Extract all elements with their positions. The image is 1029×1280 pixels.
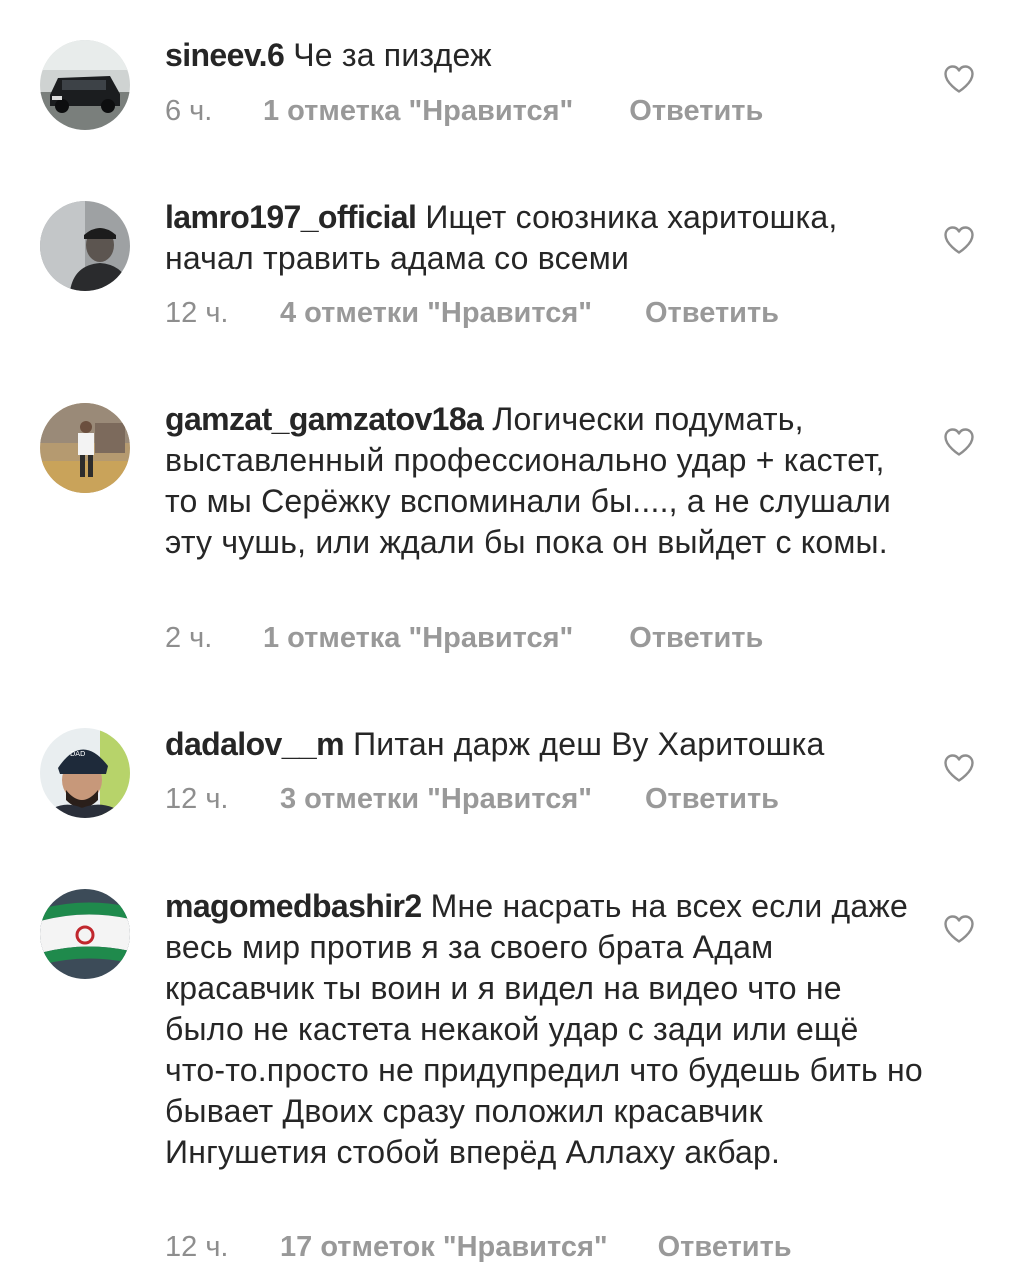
comment-meta: 12 ч. 3 отметки "Нравится" Ответить <box>165 781 779 817</box>
reply-button[interactable]: Ответить <box>629 620 763 656</box>
comment-text: Че за пиздеж <box>293 37 492 73</box>
comment-username[interactable]: dadalov__m <box>165 726 345 762</box>
comment-username[interactable]: magomedbashir2 <box>165 888 422 924</box>
comment-likes-count[interactable]: 17 отметок "Нравится" <box>280 1229 608 1265</box>
comment-meta: 12 ч. 4 отметки "Нравится" Ответить <box>165 295 779 331</box>
heart-outline-icon[interactable] <box>943 427 975 457</box>
beanie-person-avatar-icon[interactable]: DAD <box>40 728 130 818</box>
gym-person-avatar-icon[interactable] <box>40 403 130 493</box>
comment-text: Мне насрать на всех если даже весь мир п… <box>165 888 923 1170</box>
comment-meta: 6 ч. 1 отметка "Нравится" Ответить <box>165 93 763 129</box>
comment-time: 12 ч. <box>165 1231 229 1263</box>
comment-likes-count[interactable]: 1 отметка "Нравится" <box>263 93 573 129</box>
comment-likes-count[interactable]: 1 отметка "Нравится" <box>263 620 573 656</box>
heart-outline-icon[interactable] <box>943 64 975 94</box>
reply-button[interactable]: Ответить <box>629 93 763 129</box>
comment-time: 6 ч. <box>165 95 213 127</box>
comment-text: Питан дарж деш Ву Харитошка <box>353 726 825 762</box>
heart-outline-icon[interactable] <box>943 753 975 783</box>
reply-button[interactable]: Ответить <box>645 781 779 817</box>
comment-body: sineev.6 Че за пиздеж <box>165 35 925 76</box>
heart-outline-icon[interactable] <box>943 914 975 944</box>
comment-body: magomedbashir2 Мне насрать на всех если … <box>165 886 925 1173</box>
comment-body: gamzat_gamzatov18a Логически подумать, в… <box>165 399 925 563</box>
comment-time: 2 ч. <box>165 622 213 654</box>
car-avatar-icon[interactable] <box>40 40 130 130</box>
comment-username[interactable]: gamzat_gamzatov18a <box>165 401 484 437</box>
comment-meta: 12 ч. 17 отметок "Нравится" Ответить <box>165 1229 792 1265</box>
svg-text:DAD: DAD <box>70 750 85 758</box>
comment-time: 12 ч. <box>165 783 229 815</box>
comment-meta: 2 ч. 1 отметка "Нравится" Ответить <box>165 620 763 656</box>
reply-button[interactable]: Ответить <box>645 295 779 331</box>
comment-likes-count[interactable]: 3 отметки "Нравится" <box>280 781 592 817</box>
comment-username[interactable]: sineev.6 <box>165 37 285 73</box>
comment-likes-count[interactable]: 4 отметки "Нравится" <box>280 295 592 331</box>
comment-body: dadalov__m Питан дарж деш Ву Харитошка <box>165 724 925 765</box>
flag-avatar-icon[interactable] <box>40 889 130 979</box>
comment-body: lamro197_official Ищет союзника харитошк… <box>165 197 925 279</box>
heart-outline-icon[interactable] <box>943 225 975 255</box>
comment-username[interactable]: lamro197_official <box>165 199 417 235</box>
person-avatar-icon[interactable] <box>40 201 130 291</box>
comment-time: 12 ч. <box>165 297 229 329</box>
reply-button[interactable]: Ответить <box>658 1229 792 1265</box>
